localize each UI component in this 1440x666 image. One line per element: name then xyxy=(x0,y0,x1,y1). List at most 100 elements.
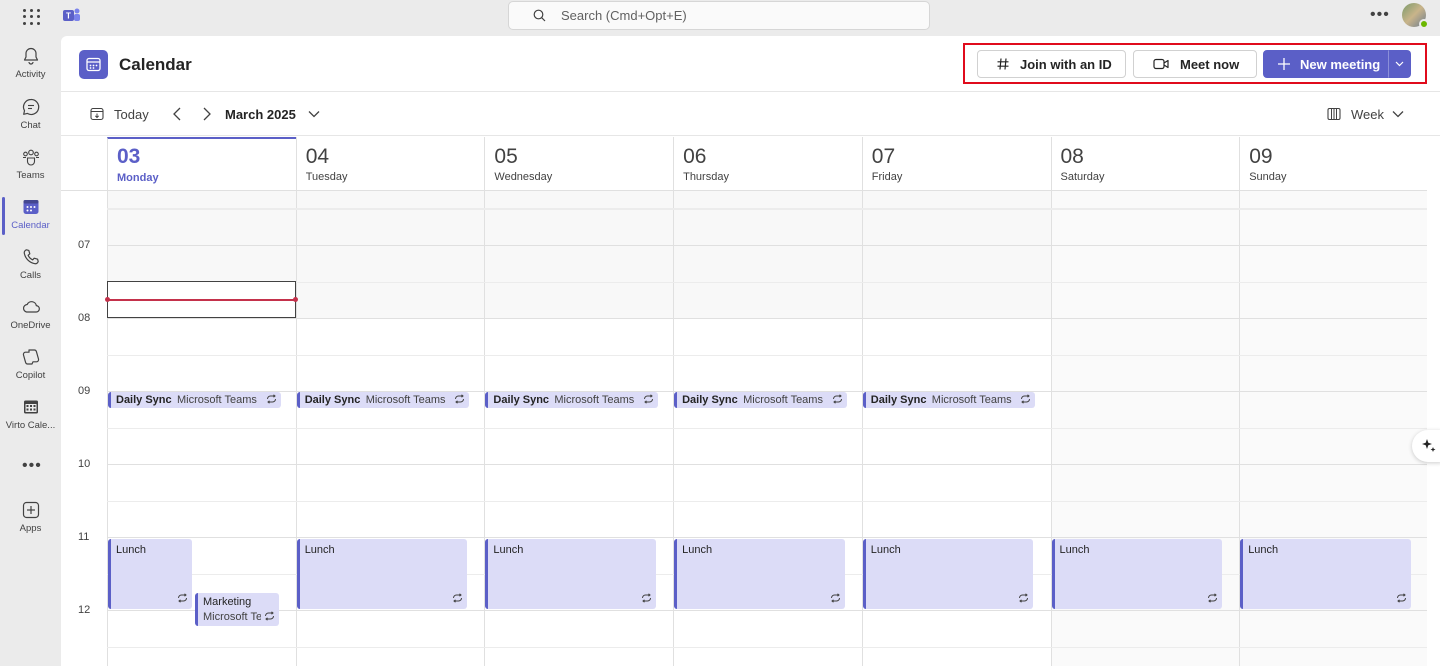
rail-item-apps[interactable]: Apps xyxy=(0,498,61,544)
recurring-icon xyxy=(264,611,275,624)
day-header-saturday[interactable]: 08 Saturday xyxy=(1050,137,1240,190)
event-title: Lunch xyxy=(1248,544,1279,556)
recurring-icon xyxy=(452,593,463,606)
half-hour-line xyxy=(107,208,1427,209)
chevron-right-icon[interactable] xyxy=(202,106,212,122)
day-name: Friday xyxy=(871,171,903,183)
rail-item-activity[interactable]: Activity xyxy=(0,44,61,90)
search-input[interactable]: Search (Cmd+Opt+E) xyxy=(508,1,930,30)
day-header-wednesday[interactable]: 05 Wednesday xyxy=(484,137,673,190)
hour-label: 12 xyxy=(78,604,91,616)
event-lunch[interactable]: Lunch xyxy=(108,539,192,609)
event-lunch[interactable]: Lunch xyxy=(296,539,468,609)
rail-item-calendar[interactable]: Calendar xyxy=(0,195,61,241)
rail-item-copilot[interactable]: Copilot xyxy=(0,345,61,391)
more-options-icon[interactable]: ••• xyxy=(1370,6,1390,24)
avatar[interactable] xyxy=(1402,3,1429,29)
day-header-friday[interactable]: 07 Friday xyxy=(861,137,1051,190)
new-meeting-dropdown[interactable] xyxy=(1388,50,1411,78)
recurring-icon xyxy=(1207,593,1218,606)
event-lunch[interactable]: Lunch xyxy=(1240,539,1411,609)
rail-label: OneDrive xyxy=(10,320,51,331)
chevron-left-icon[interactable] xyxy=(172,106,182,122)
hour-label: 11 xyxy=(78,531,90,543)
day-header-thursday[interactable]: 06 Thursday xyxy=(673,137,862,190)
day-name: Saturday xyxy=(1060,171,1105,183)
join-label: Join with an ID xyxy=(1020,56,1112,72)
rail-item-teams[interactable]: Teams xyxy=(0,145,61,191)
day-header-monday[interactable]: 03 Monday xyxy=(107,137,296,190)
search-placeholder: Search (Cmd+Opt+E) xyxy=(561,8,687,23)
day-name: Wednesday xyxy=(494,171,553,183)
plus-icon xyxy=(1278,58,1290,70)
event-location: Microsoft Teams Meeting xyxy=(177,394,260,406)
event-daily-sync[interactable]: Daily Sync Microsoft Teams Meeting xyxy=(485,392,659,408)
calendar-main: Calendar Join with an ID Meet now New me… xyxy=(61,36,1440,666)
phone-icon xyxy=(23,249,39,265)
presence-available-icon xyxy=(1419,19,1429,29)
hour-label: 09 xyxy=(78,385,91,397)
event-title: Daily Sync xyxy=(304,394,361,406)
current-time-indicator xyxy=(105,297,298,302)
month-picker[interactable]: March 2025 xyxy=(225,107,296,122)
week-view-icon[interactable] xyxy=(1327,107,1341,121)
day-number: 08 xyxy=(1060,145,1084,168)
event-lunch[interactable]: Lunch xyxy=(1051,539,1223,609)
event-lunch[interactable]: Lunch xyxy=(674,539,845,609)
recurring-icon xyxy=(643,394,654,407)
title-bar: T Search (Cmd+Opt+E) ••• xyxy=(0,0,1440,36)
event-lunch[interactable]: Lunch xyxy=(485,539,657,609)
recurring-icon xyxy=(1018,593,1029,606)
chevron-down-icon[interactable] xyxy=(307,107,321,121)
video-camera-icon xyxy=(1153,58,1169,70)
half-hour-line xyxy=(107,427,1427,429)
rail-item-onedrive[interactable]: OneDrive xyxy=(0,295,61,341)
event-lunch[interactable]: Lunch xyxy=(862,539,1034,609)
meet-now-button[interactable]: Meet now xyxy=(1133,50,1257,78)
event-title: Marketing xyxy=(203,596,252,608)
event-title: Daily Sync xyxy=(493,394,550,406)
day-number: 06 xyxy=(683,145,707,168)
day-header-tuesday[interactable]: 04 Tuesday xyxy=(295,137,485,190)
chevron-down-icon[interactable] xyxy=(1391,107,1405,121)
rail-label: Activity xyxy=(15,69,46,80)
teams-logo-icon: T xyxy=(63,8,80,21)
copilot-sparkle-button[interactable] xyxy=(1412,430,1440,462)
event-marketing[interactable]: Marketing Microsoft Teams Meeting xyxy=(195,593,279,626)
bell-icon xyxy=(23,47,38,65)
event-daily-sync[interactable]: Daily Sync Microsoft Teams Meeting xyxy=(674,392,847,408)
more-apps-icon[interactable]: ••• xyxy=(22,457,42,475)
day-number: 04 xyxy=(305,145,330,168)
add-apps-icon xyxy=(22,501,39,519)
event-title: Lunch xyxy=(493,544,524,556)
new-meeting-button[interactable]: New meeting xyxy=(1263,50,1388,78)
join-with-id-button[interactable]: Join with an ID xyxy=(977,50,1126,78)
rail-item-virto-calendar[interactable]: Virto Cale... xyxy=(0,395,61,441)
rail-item-calls[interactable]: Calls xyxy=(0,245,61,291)
hour-line xyxy=(107,464,1427,465)
copilot-icon xyxy=(22,349,39,365)
rail-label: Calls xyxy=(19,270,42,281)
day-number: 09 xyxy=(1249,145,1273,168)
event-location: Microsoft Teams Meeting xyxy=(931,394,1015,406)
hour-line xyxy=(107,610,1427,611)
app-launcher-icon[interactable] xyxy=(22,8,40,26)
event-title: Daily Sync xyxy=(682,394,738,406)
event-daily-sync[interactable]: Daily Sync Microsoft Teams Meeting xyxy=(862,392,1036,408)
today-icon[interactable] xyxy=(90,107,104,121)
hour-label: 08 xyxy=(78,312,91,324)
virto-calendar-icon xyxy=(23,400,38,414)
event-daily-sync[interactable]: Daily Sync Microsoft Teams Meeting xyxy=(108,392,281,408)
event-title: Daily Sync xyxy=(116,394,172,406)
svg-text:T: T xyxy=(66,12,71,21)
view-switcher[interactable]: Week xyxy=(1351,107,1384,122)
event-daily-sync[interactable]: Daily Sync Microsoft Teams Meeting xyxy=(296,392,470,408)
half-hour-line xyxy=(107,281,1427,283)
sparkle-icon xyxy=(1421,439,1435,452)
day-header-sunday[interactable]: 09 Sunday xyxy=(1239,137,1428,190)
today-button[interactable]: Today xyxy=(114,107,149,122)
time-grid: 07 08 09 10 11 12 Daily Sync Microsoft Teams Me… xyxy=(61,191,1440,666)
rail-item-chat[interactable]: Chat xyxy=(0,95,61,141)
recurring-icon xyxy=(454,394,465,407)
scrollbar-track[interactable] xyxy=(1427,137,1440,666)
